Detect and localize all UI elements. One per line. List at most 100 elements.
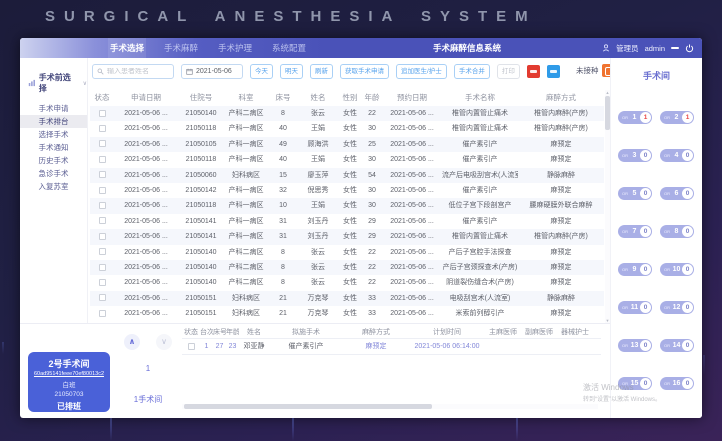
or-room-count: 0 [640, 302, 651, 313]
row-checkbox[interactable] [99, 248, 106, 255]
table-row[interactable]: 2021-05-06 ... 21050118 产科一病区 40 王娟 女性 3… [90, 152, 604, 167]
horizontal-scrollbar[interactable] [182, 404, 598, 409]
or-room-number: 3 [629, 152, 640, 159]
cell-department: 产科一病区 [224, 198, 268, 213]
or-room-chip[interactable]: OR 3 0 [618, 149, 652, 162]
or-room-chip[interactable]: OR 12 0 [660, 301, 694, 314]
row-checkbox[interactable] [99, 171, 106, 178]
merge-surgery-button[interactable]: 手术合并 [454, 64, 490, 79]
chart-icon [28, 79, 36, 87]
room-card[interactable]: 2号手术间 60ad95141feee70ef80013c2 白班 210507… [28, 352, 110, 412]
or-room-chip[interactable]: OR 1 1 [618, 111, 652, 124]
sidebar-item[interactable]: 手术申请 [20, 102, 87, 115]
table-row[interactable]: 2021-05-06 ... 21050060 妇科病区 15 廖玉萍 女性 5… [90, 168, 604, 183]
sidebar-item[interactable]: 选择手术 [20, 128, 87, 141]
blue-badge-icon[interactable] [547, 65, 560, 78]
cell-bed: 49 [268, 137, 298, 152]
table-row[interactable]: 2021-05-06 ... 21050140 产科二病区 8 张云 女性 22… [90, 275, 604, 290]
sidebar-item[interactable]: 入复苏室 [20, 180, 87, 193]
or-room-chip[interactable]: OR 11 0 [618, 301, 652, 314]
date-picker[interactable]: 2021-05-06 [181, 64, 243, 79]
page-down-button[interactable]: ∨ [156, 334, 172, 350]
cell-department: 产科二病区 [224, 260, 268, 275]
search-input[interactable] [107, 68, 169, 75]
table-row[interactable]: 2021-05-06 ... 21050141 产科一病区 31 刘玉丹 女性 … [90, 214, 604, 229]
add-staff-button[interactable]: 追加医生/护士 [396, 64, 447, 79]
or-room-chip[interactable]: OR 9 0 [618, 263, 652, 276]
cell-age: 54 [362, 168, 382, 183]
minimize-icon[interactable] [671, 47, 679, 49]
cell-name: 张云 [298, 106, 338, 121]
row-checkbox[interactable] [99, 279, 106, 286]
nav-tab[interactable]: 手术护理 [216, 38, 254, 58]
or-room-chip[interactable]: OR 10 0 [660, 263, 694, 276]
sidebar-header[interactable]: 手术前选择 ∨ [28, 72, 87, 94]
or-room-chip[interactable]: OR 15 0 [618, 377, 652, 390]
col-header: 主麻医师 [485, 326, 521, 338]
cell-sex: 女性 [338, 229, 362, 244]
screen-background: SURGICAL ANESTHESIA SYSTEM 手术选择 手术麻醉 手术护… [0, 0, 722, 441]
cell-surgery-name: 米索前列醇引产 [442, 306, 518, 321]
row-checkbox[interactable] [99, 217, 106, 224]
table-row[interactable]: 2021-05-06 ... 21050151 妇科病区 21 万克琴 女性 3… [90, 291, 604, 306]
nav-tab[interactable]: 手术选择 [108, 38, 146, 58]
table-row[interactable]: 2021-05-06 ... 21050140 产科二病区 8 张云 女性 22… [90, 106, 604, 121]
refresh-button[interactable]: 刷新 [310, 64, 333, 79]
cell-age: 30 [362, 121, 382, 136]
row-checkbox[interactable] [99, 202, 106, 209]
nav-tab[interactable]: 手术麻醉 [162, 38, 200, 58]
cell-inpatient-no: 21050118 [178, 152, 224, 167]
today-button[interactable]: 今天 [250, 64, 273, 79]
power-icon[interactable] [685, 44, 694, 53]
tomorrow-button[interactable]: 明天 [280, 64, 303, 79]
row-checkbox[interactable] [99, 156, 106, 163]
nav-tab[interactable]: 系统配置 [270, 38, 308, 58]
room-card-uid[interactable]: 60ad95141feee70ef80013c2 [28, 371, 110, 377]
table-row[interactable]: 2021-05-06 ... 21050118 产科一病区 40 王娟 女性 3… [90, 121, 604, 136]
table-row[interactable]: 2021-05-06 ... 21050141 产科一病区 31 刘玉丹 女性 … [90, 229, 604, 244]
or-room-number: 11 [629, 304, 640, 311]
or-room-chip[interactable]: OR 8 0 [660, 225, 694, 238]
table-row[interactable]: 2021-05-06 ... 21050105 产科一病区 49 顾海洪 女性 … [90, 137, 604, 152]
or-room-chip[interactable]: OR 7 0 [618, 225, 652, 238]
print-button[interactable]: 打印 [497, 64, 520, 79]
cell-inpatient-no: 21050060 [178, 168, 224, 183]
sidebar-item[interactable]: 历史手术 [20, 154, 87, 167]
row-checkbox[interactable] [99, 140, 106, 147]
table-row[interactable]: 2021-05-06 ... 21050118 产科一病区 10 王娟 女性 3… [90, 198, 604, 213]
row-checkbox[interactable] [99, 310, 106, 317]
row-checkbox[interactable] [188, 343, 195, 350]
or-room-chip[interactable]: OR 4 0 [660, 149, 694, 162]
or-room-chip[interactable]: OR 16 0 [660, 377, 694, 390]
surgery-table: 状态 申请日期 住院号 科室 床号 姓名 性别 年龄 预约日期 手术名称 麻醉方… [90, 90, 604, 323]
table-row[interactable]: 2021-05-06 ... 21050151 妇科病区 21 万克琴 女性 3… [90, 306, 604, 321]
row-checkbox[interactable] [99, 294, 106, 301]
or-room-chip[interactable]: OR 13 0 [618, 339, 652, 352]
table-row[interactable]: 1 27 23 邓亚静 催产素引产 麻预定 2021-05-06 06:14:0… [182, 339, 601, 355]
or-room-chip[interactable]: OR 6 0 [660, 187, 694, 200]
sidebar-item[interactable]: 手术通知 [20, 141, 87, 154]
or-room-chip[interactable]: OR 5 0 [618, 187, 652, 200]
sidebar-item[interactable]: 手术排台 [20, 115, 87, 128]
row-checkbox[interactable] [99, 110, 106, 117]
or-room-count: 0 [682, 226, 693, 237]
table-row[interactable]: 2021-05-06 ... 21050140 产科二病区 8 张云 女性 22… [90, 245, 604, 260]
cell-request-date: 2021-05-06 ... [114, 168, 178, 183]
or-room-chip[interactable]: OR 2 1 [660, 111, 694, 124]
or-room-count: 0 [682, 340, 693, 351]
row-checkbox[interactable] [99, 125, 106, 132]
row-checkbox[interactable] [99, 187, 106, 194]
page-up-button[interactable]: ∧ [124, 334, 140, 350]
or-room-number: 1 [629, 114, 640, 121]
col-header: 年龄 [362, 90, 382, 106]
table-row[interactable]: 2021-05-06 ... 21050142 产科一病区 32 倪思秀 女性 … [90, 183, 604, 198]
scrollbar-thumb[interactable] [184, 404, 432, 409]
or-room-chip[interactable]: OR 14 0 [660, 339, 694, 352]
fetch-requests-button[interactable]: 获取手术申请 [340, 64, 389, 79]
cell-instrument-nurse [557, 339, 593, 354]
row-checkbox[interactable] [99, 233, 106, 240]
row-checkbox[interactable] [99, 264, 106, 271]
red-badge-icon[interactable] [527, 65, 540, 78]
sidebar-item[interactable]: 急诊手术 [20, 167, 87, 180]
table-row[interactable]: 2021-05-06 ... 21050140 产科二病区 8 张云 女性 22… [90, 260, 604, 275]
